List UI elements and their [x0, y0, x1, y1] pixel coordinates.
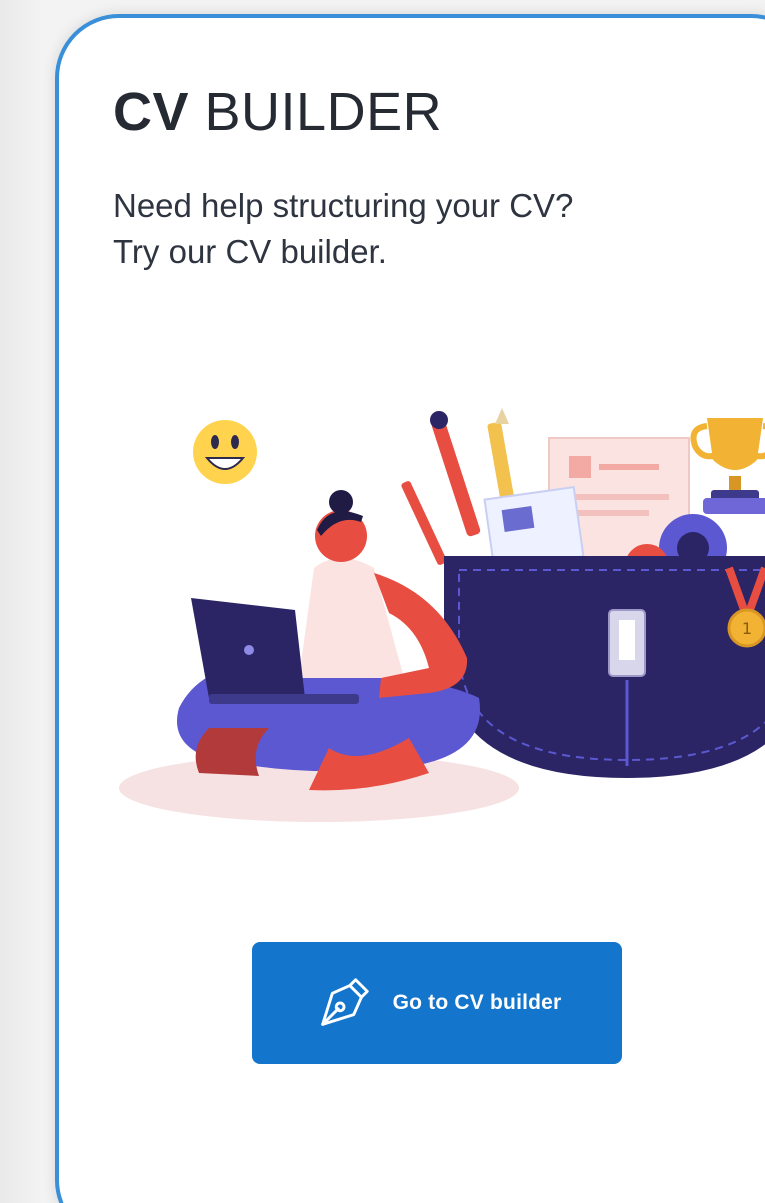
cv-builder-card: CV BUILDER Need help structuring your CV… [55, 14, 765, 1203]
card-title-rest: BUILDER [189, 82, 443, 142]
page: CV BUILDER Need help structuring your CV… [0, 0, 765, 1203]
cv-illustration: 1 [119, 408, 765, 822]
description-line-2: Try our CV builder. [113, 233, 387, 270]
smiley-icon [193, 420, 257, 484]
card-title-strong: CV [113, 82, 190, 142]
description-line-1: Need help structuring your CV? [113, 187, 574, 224]
pen-nib-icon [320, 978, 369, 1026]
button-label: Go to CV builder [392, 991, 562, 1014]
go-to-cv-builder-button[interactable]: Go to CV builder [252, 942, 622, 1064]
trophy-icon [690, 418, 765, 514]
svg-text:1: 1 [742, 619, 752, 638]
card-title: CV BUILDER [113, 80, 442, 144]
satchel-bag [444, 556, 765, 778]
card-description: Need help structuring your CV? Try our C… [113, 183, 753, 275]
